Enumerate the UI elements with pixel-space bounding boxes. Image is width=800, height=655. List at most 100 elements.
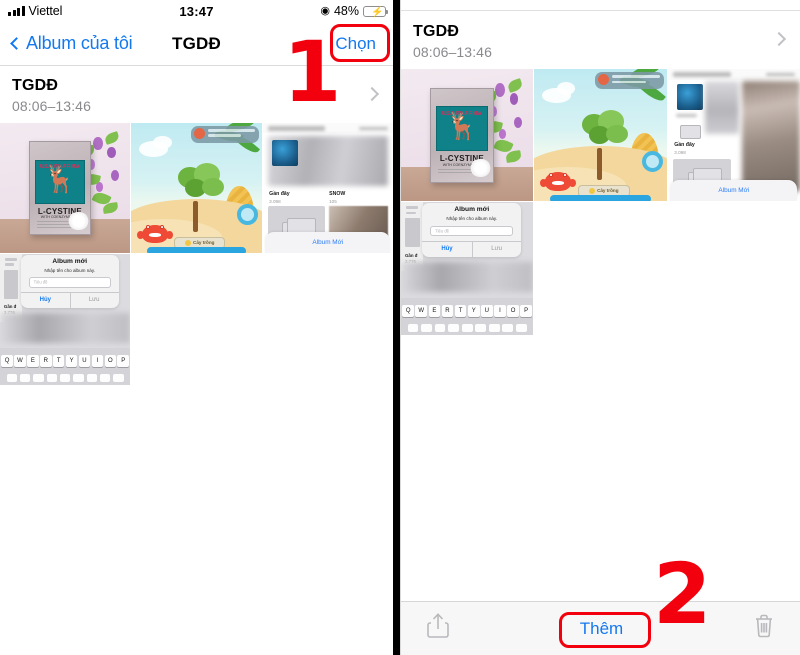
album-new-sheet[interactable]: Album Mới: [265, 232, 391, 254]
album-snow-label: SNOW: [329, 190, 346, 197]
dialog-title-input[interactable]: Tiêu đề: [430, 225, 514, 237]
key-y[interactable]: Y: [467, 305, 480, 318]
keyboard-row-2: [407, 324, 527, 333]
key-a[interactable]: [407, 324, 419, 333]
dialog-save-button[interactable]: Lưu: [70, 292, 119, 308]
low-power-icon: ◉: [320, 4, 330, 17]
trash-icon[interactable]: [754, 614, 774, 643]
key-q[interactable]: Q: [402, 305, 414, 318]
key-e[interactable]: E: [428, 305, 441, 318]
dialog-blurred-content: [0, 312, 131, 343]
alert-dialog: Album mới Nhập tên cho album này. Tiêu đ…: [20, 254, 119, 309]
album-snow-count: 105: [329, 199, 337, 205]
key-k[interactable]: [502, 324, 514, 333]
keyboard-row-2: [6, 374, 124, 383]
key-t[interactable]: T: [52, 355, 65, 368]
key-f[interactable]: [46, 374, 58, 383]
tree-crown: [201, 177, 224, 196]
back-button[interactable]: Album của tôi: [10, 33, 133, 54]
photo-thumbnail-albums-screenshot[interactable]: Gần đây 3.098 Album Mới: [667, 69, 800, 202]
add-to-album-button[interactable]: Thêm: [568, 615, 635, 643]
album-new-sheet[interactable]: Album Mới: [670, 180, 798, 202]
game-toast-banner: [191, 125, 260, 143]
key-s[interactable]: [19, 374, 31, 383]
screenshot-root: Viettel 13:47 ◉ 48% ⚡ Album của tôi TGDĐ…: [0, 0, 800, 655]
key-f[interactable]: [448, 324, 459, 333]
key-r[interactable]: R: [40, 355, 52, 368]
keyboard-row-1: Q W E R T Y U I O P: [1, 355, 129, 368]
cloud-icon: [153, 136, 172, 150]
album-header-row-right[interactable]: TGDĐ 08:06–13:46: [401, 11, 800, 69]
key-p[interactable]: P: [117, 355, 129, 368]
new-album-dialog-art: Gần đ 3.776 Album mới Nhập tên cho album…: [0, 254, 131, 385]
key-g[interactable]: [461, 324, 473, 333]
photo-thumbnail-new-album-dialog[interactable]: Gần đ 3.776 Album mới Nhập tên cho album…: [401, 202, 534, 335]
share-icon[interactable]: [427, 613, 449, 644]
deer-logo-icon: 🦌: [445, 111, 479, 142]
onscreen-keyboard: Q W E R T Y U I O P: [0, 348, 131, 385]
dialog-cancel-button[interactable]: Hủy: [422, 241, 472, 257]
photo-thumbnail-medicine[interactable]: USA PHARMA 🦌 L-CYSTINE WITH COENZYME Q10: [401, 69, 534, 202]
album-time-range-label: 08:06–13:46: [12, 98, 91, 114]
album-header-row-left[interactable]: TGDĐ 08:06–13:46: [0, 66, 393, 123]
key-y[interactable]: Y: [65, 355, 78, 368]
swim-ring-decor: [641, 151, 663, 173]
keyboard-row-1: Q W E R T Y U I O P: [402, 305, 532, 318]
dialog-message: Nhập tên cho album này.: [446, 216, 498, 221]
select-button[interactable]: Chọn: [328, 31, 383, 57]
panel-divider: [393, 0, 400, 655]
key-t[interactable]: T: [454, 305, 467, 318]
bottom-toolbar: Thêm: [401, 601, 800, 655]
photo-grid-empty-cell: [262, 254, 393, 385]
chevron-left-icon: [10, 37, 23, 50]
key-g[interactable]: [59, 374, 71, 383]
beach-game-art: Cây trồng: [131, 123, 262, 254]
key-j[interactable]: [488, 324, 500, 333]
key-i[interactable]: I: [494, 305, 506, 318]
status-bar: Viettel 13:47 ◉ 48% ⚡: [0, 0, 393, 22]
key-h[interactable]: [73, 374, 84, 383]
key-k[interactable]: [99, 374, 111, 383]
key-u[interactable]: U: [480, 305, 493, 318]
key-r[interactable]: R: [441, 305, 454, 318]
white-flower-decor: [67, 211, 89, 230]
key-w[interactable]: W: [14, 355, 26, 368]
dialog-side-label: Gần đ: [404, 252, 418, 258]
photo-thumbnail-albums-screenshot[interactable]: Gần đây 3.098 SNOW 105 Album Mới: [262, 123, 393, 254]
right-phone-screen: TGDĐ 08:06–13:46 USA PHARMA 🦌 L-CYSTINE …: [400, 0, 800, 655]
status-bar-right: ◉ 48% ⚡: [320, 4, 388, 18]
key-o[interactable]: O: [104, 355, 117, 368]
key-o[interactable]: O: [507, 305, 519, 318]
key-s[interactable]: [421, 324, 432, 333]
key-a[interactable]: [6, 374, 18, 383]
swim-ring-decor: [236, 203, 258, 225]
game-action-label: Cây trồng: [597, 188, 619, 194]
key-w[interactable]: W: [415, 305, 428, 318]
key-e[interactable]: E: [27, 355, 39, 368]
photo-grid-empty-cell: [131, 254, 262, 385]
game-toast-banner: [595, 71, 665, 89]
key-j[interactable]: [86, 374, 98, 383]
photo-thumbnail-medicine[interactable]: USA PHARMA 🦌 L-CYSTINE WITH COENZYME Q10: [0, 123, 131, 254]
album-new-sheet-label: Album Mới: [312, 239, 344, 247]
dialog-title-input[interactable]: Tiêu đề: [28, 277, 111, 288]
album-recent-count: 3.098: [269, 199, 281, 205]
photo-thumbnail-beach-game[interactable]: Cây trồng: [534, 69, 667, 202]
photo-thumbnail-new-album-dialog[interactable]: Gần đ 3.776 Album mới Nhập tên cho album…: [0, 254, 131, 385]
photo-thumbnail-beach-game[interactable]: Cây trồng: [131, 123, 262, 254]
tree-trunk: [192, 201, 199, 233]
key-u[interactable]: U: [78, 355, 91, 368]
key-d[interactable]: [33, 374, 44, 383]
key-l[interactable]: [515, 324, 527, 333]
album-time-range-label: 08:06–13:46: [413, 44, 492, 60]
dialog-blurred-content: [401, 261, 534, 293]
key-q[interactable]: Q: [1, 355, 13, 368]
key-p[interactable]: P: [520, 305, 532, 318]
dialog-cancel-button[interactable]: Hủy: [21, 292, 70, 308]
key-h[interactable]: [475, 324, 487, 333]
key-l[interactable]: [113, 374, 124, 383]
dialog-save-button[interactable]: Lưu: [472, 241, 522, 257]
key-d[interactable]: [434, 324, 446, 333]
key-i[interactable]: I: [91, 355, 104, 368]
cloud-icon: [556, 82, 576, 96]
